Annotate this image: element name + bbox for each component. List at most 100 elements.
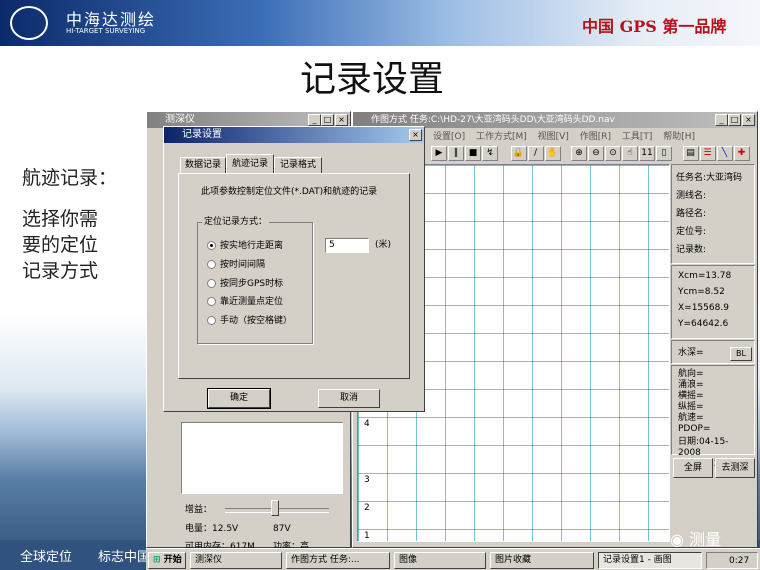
taskbar-item[interactable]: 图像 bbox=[394, 552, 486, 569]
wechat-icon: ◉ bbox=[670, 530, 684, 549]
y-tick-label: 3 bbox=[364, 475, 370, 485]
dialog-titlebar: 记录设置 bbox=[164, 127, 424, 143]
group-label: 定位记录方式： bbox=[202, 216, 270, 228]
close-button[interactable]: × bbox=[335, 114, 348, 126]
side-line: 要的定位 bbox=[22, 234, 99, 256]
pause-icon[interactable]: ‖ bbox=[448, 146, 464, 161]
dialog-description: 此项参数控制定位文件(*.DAT)和航迹的记录 bbox=[201, 187, 378, 197]
clock: 0:27 bbox=[729, 556, 750, 566]
line-name: 测线名: bbox=[676, 191, 707, 201]
menu-tools[interactable]: 工具[T] bbox=[622, 132, 653, 142]
watermark: ◉ 测量 bbox=[670, 526, 721, 550]
battery-label: 电量：12.5V bbox=[185, 524, 239, 534]
date-value: 日期:04-15-2008 bbox=[678, 437, 729, 458]
taskbar-item[interactable]: 图片收藏 bbox=[490, 552, 594, 569]
record-count: 记录数: bbox=[676, 245, 707, 255]
page-icon[interactable]: ▯ bbox=[656, 146, 672, 161]
hand-icon[interactable]: ✋ bbox=[544, 146, 561, 161]
sounder-display bbox=[181, 422, 343, 494]
distance-unit: (米) bbox=[375, 240, 392, 250]
option-near-point[interactable]: 靠近测量点定位 bbox=[207, 296, 283, 308]
option-distance[interactable]: 按实地行走距离 bbox=[207, 240, 283, 252]
close-button[interactable]: × bbox=[742, 114, 755, 126]
windows-logo-icon: ⊞ bbox=[153, 555, 161, 565]
bottom-mid-text: 标志中国 bbox=[98, 550, 151, 565]
option-time[interactable]: 按时间间隔 bbox=[207, 259, 265, 271]
task-info-box: 任务名:大亚湾码 测线名: 路径名: 定位号: 记录数: bbox=[671, 164, 755, 264]
menu-draw[interactable]: 作图[R] bbox=[580, 132, 611, 142]
depth-label: 水深= bbox=[678, 348, 704, 358]
battery-value: 87V bbox=[273, 524, 291, 534]
option-manual[interactable]: 手动（按空格键） bbox=[207, 315, 292, 327]
taskbar: ⊞ 开始 测深仪 作图方式 任务:... 图像 图片收藏 记录设置1 - 画图 … bbox=[146, 548, 760, 570]
tab-data-record[interactable]: 数据记录 bbox=[180, 157, 226, 174]
record-settings-dialog: 记录设置 × 数据记录 航迹记录 记录格式 此项参数控制定位文件(*.DAT)和… bbox=[163, 126, 425, 412]
cancel-button[interactable]: 取消 bbox=[318, 389, 380, 408]
cross-icon[interactable]: ✚ bbox=[733, 146, 750, 161]
info-panel: 任务名:大亚湾码 测线名: 路径名: 定位号: 记录数: Xcm=13.78 Y… bbox=[671, 164, 755, 542]
tab-panel: 此项参数控制定位文件(*.DAT)和航迹的记录 定位记录方式： 按实地行走距离 … bbox=[178, 173, 410, 379]
minimize-button[interactable]: _ bbox=[715, 114, 728, 126]
option-time-label: 按时间间隔 bbox=[220, 260, 266, 270]
tab-track-record[interactable]: 航迹记录 bbox=[226, 154, 274, 174]
map-menubar: 设置[O] 工作方式[M] 视图[V] 作图[R] 工具[T] 帮助[H] bbox=[433, 129, 703, 142]
logo-en: HI-TARGET SURVEYING bbox=[66, 27, 146, 35]
pen-icon[interactable]: / bbox=[527, 146, 544, 161]
radio-near-point[interactable] bbox=[207, 297, 216, 306]
menu-work-mode[interactable]: 工作方式[M] bbox=[476, 132, 527, 142]
fullscreen-button[interactable]: 全屏 bbox=[673, 458, 713, 478]
book-icon[interactable]: ▤ bbox=[682, 146, 699, 161]
radio-gps-sync[interactable] bbox=[207, 279, 216, 288]
fix-number: 定位号: bbox=[676, 227, 707, 237]
side-line: 记录方式 bbox=[22, 260, 99, 282]
lines-icon[interactable]: ☰ bbox=[699, 146, 716, 161]
menu-view[interactable]: 视图[V] bbox=[538, 132, 569, 142]
pan-icon[interactable]: ☝ bbox=[622, 146, 638, 161]
start-label: 开始 bbox=[163, 555, 182, 565]
lock-icon[interactable]: 🔒 bbox=[510, 146, 527, 161]
pitch-value: 纵摇= bbox=[678, 402, 704, 412]
taskbar-item[interactable]: 测深仪 bbox=[190, 552, 282, 569]
dialog-close-button[interactable]: × bbox=[409, 129, 422, 141]
y-tick-label: 1 bbox=[364, 531, 370, 541]
maximize-button[interactable]: □ bbox=[728, 114, 741, 126]
nav-info-box: 航向= 涌浪= 横摇= 纵摇= 航速= PDOP= 日期:04-15-2008 … bbox=[671, 365, 755, 469]
menu-settings[interactable]: 设置[O] bbox=[433, 132, 465, 142]
speed-value: 航速= bbox=[678, 413, 704, 423]
map-toolbar: ▶ ‖ ■ ↯ 🔒 / ✋ ⊕ ⊖ ⊙ ☝ 11 ▯ ▤ ☰ ╲ ✚ bbox=[431, 146, 751, 161]
bl-button[interactable]: BL bbox=[730, 347, 752, 361]
scale-icon[interactable]: 11 bbox=[639, 146, 655, 161]
menu-help[interactable]: 帮助[H] bbox=[663, 132, 695, 142]
taskbar-item[interactable]: 作图方式 任务:... bbox=[286, 552, 390, 569]
gain-slider-thumb[interactable] bbox=[271, 500, 279, 516]
y-tick-label: 4 bbox=[364, 419, 370, 429]
zoom-in-icon[interactable]: ⊕ bbox=[571, 146, 587, 161]
option-near-point-label: 靠近测量点定位 bbox=[220, 297, 284, 307]
radio-distance[interactable] bbox=[207, 241, 216, 250]
stop-icon[interactable]: ■ bbox=[465, 146, 481, 161]
minimize-button[interactable]: _ bbox=[308, 114, 321, 126]
maximize-button[interactable]: □ bbox=[321, 114, 334, 126]
option-gps-sync-label: 按同步GPS时标 bbox=[220, 279, 284, 289]
roll-value: 横摇= bbox=[678, 391, 704, 401]
option-distance-label: 按实地行走距离 bbox=[220, 241, 284, 251]
start-button[interactable]: ⊞ 开始 bbox=[148, 552, 186, 569]
distance-input[interactable]: 5 bbox=[325, 238, 369, 253]
ok-button[interactable]: 确定 bbox=[207, 388, 271, 409]
system-tray: 0:27 bbox=[706, 552, 758, 569]
radio-manual[interactable] bbox=[207, 316, 216, 325]
taskbar-item[interactable]: 记录设置1 - 画图 bbox=[598, 552, 702, 569]
route-icon[interactable]: ↯ bbox=[482, 146, 498, 161]
zoom-fit-icon[interactable]: ⊙ bbox=[605, 146, 621, 161]
company-logo-icon bbox=[10, 6, 48, 40]
heading-value: 航向= bbox=[678, 369, 704, 379]
radio-time[interactable] bbox=[207, 260, 216, 269]
go-sounder-button[interactable]: 去测深 bbox=[715, 458, 755, 478]
diagonal-icon[interactable]: ╲ bbox=[716, 146, 733, 161]
y-tick-label: 2 bbox=[364, 503, 370, 513]
xcm-value: Xcm=13.78 bbox=[678, 271, 732, 281]
zoom-out-icon[interactable]: ⊖ bbox=[588, 146, 604, 161]
play-icon[interactable]: ▶ bbox=[431, 146, 447, 161]
tab-record-format[interactable]: 记录格式 bbox=[274, 157, 322, 174]
option-gps-sync[interactable]: 按同步GPS时标 bbox=[207, 278, 283, 290]
